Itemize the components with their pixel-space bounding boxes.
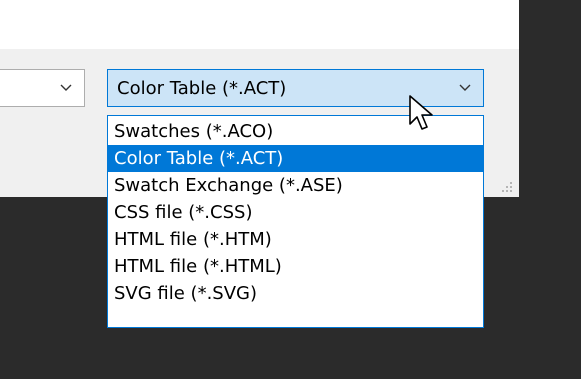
format-dropdown-list[interactable]: Swatches (*.ACO) Color Table (*.ACT) Swa… <box>107 115 484 328</box>
option-color-table-act[interactable]: Color Table (*.ACT) <box>108 145 483 172</box>
option-svg-file[interactable]: SVG file (*.SVG) <box>108 280 483 307</box>
format-combobox-value: Color Table (*.ACT) <box>117 77 287 99</box>
resize-grip-icon[interactable] <box>500 180 514 194</box>
option-css-file[interactable]: CSS file (*.CSS) <box>108 199 483 226</box>
option-html-file-htm[interactable]: HTML file (*.HTM) <box>108 226 483 253</box>
option-html-file-html[interactable]: HTML file (*.HTML) <box>108 253 483 280</box>
option-swatch-exchange-ase[interactable]: Swatch Exchange (*.ASE) <box>108 172 483 199</box>
mouse-pointer-icon <box>409 95 433 130</box>
chevron-down-icon[interactable] <box>59 81 73 95</box>
chevron-down-icon[interactable] <box>458 81 472 95</box>
left-combobox[interactable] <box>0 69 85 107</box>
